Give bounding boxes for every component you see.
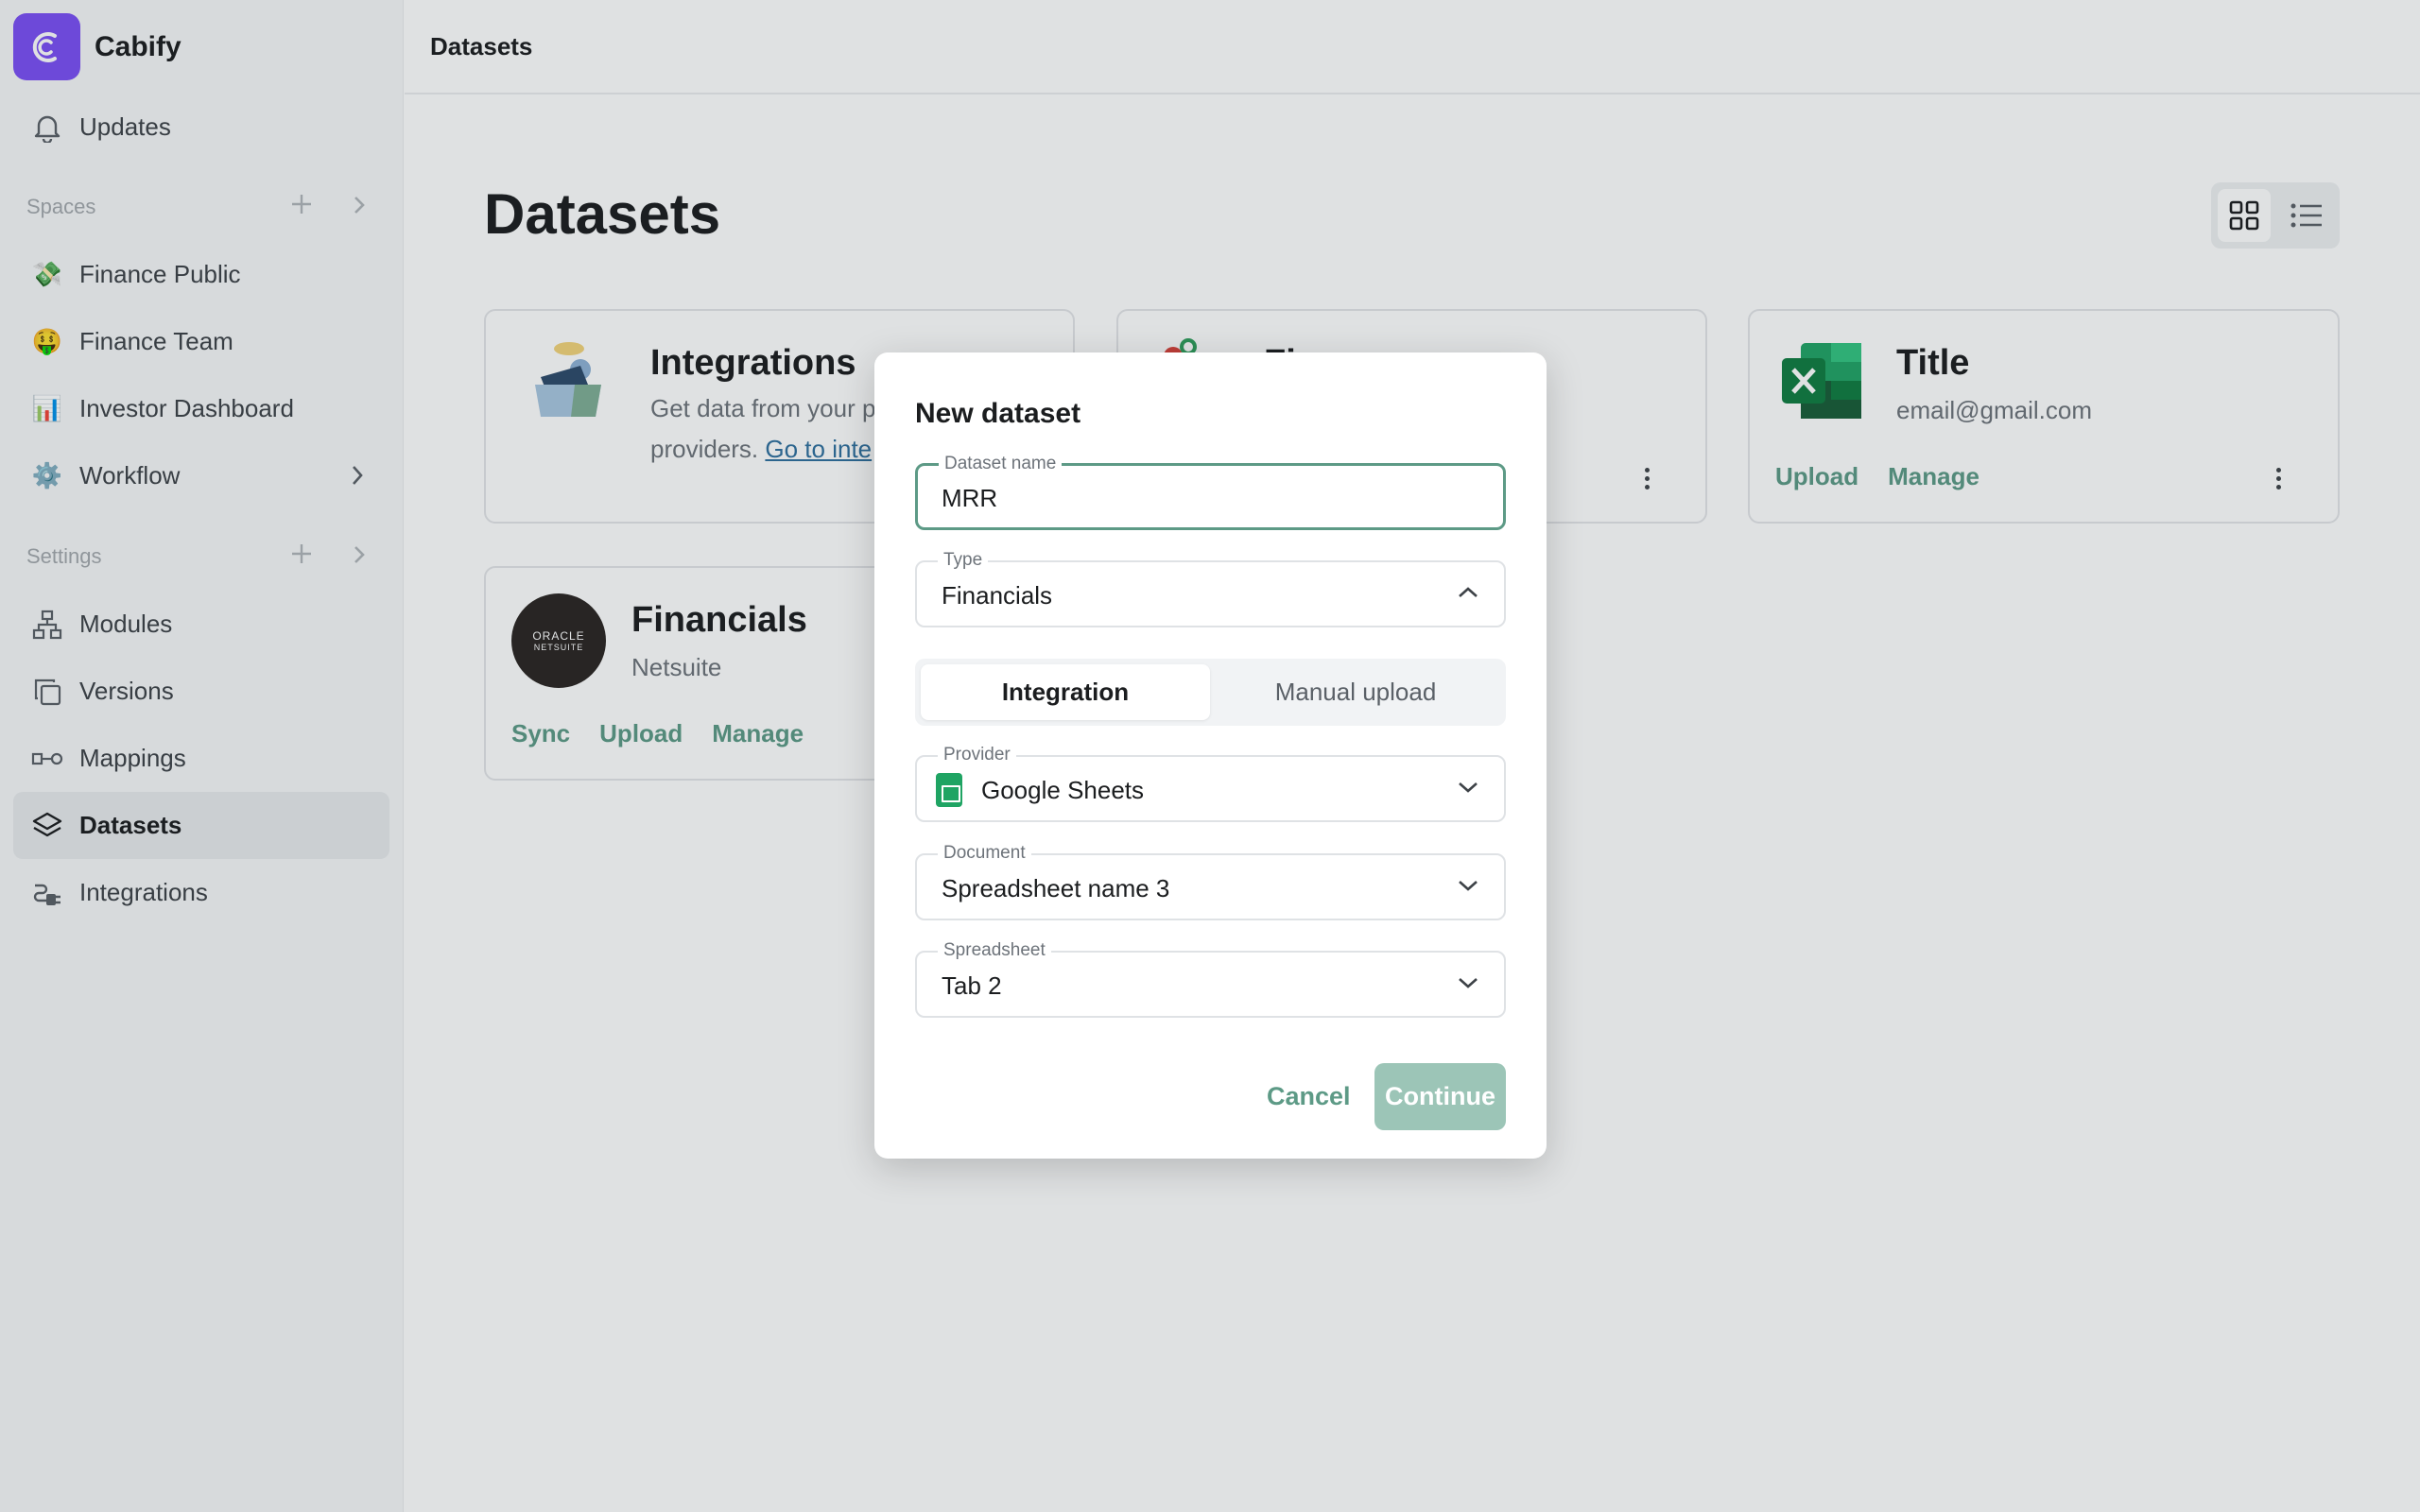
new-dataset-dialog: New dataset Dataset name MRR Type Financ…: [874, 352, 1547, 1159]
cancel-button[interactable]: Cancel: [1253, 1063, 1365, 1130]
document-value: Spreadsheet name 3: [942, 874, 1170, 902]
document-select[interactable]: Document Spreadsheet name 3: [915, 843, 1506, 920]
provider-select[interactable]: Provider Google Sheets: [915, 745, 1506, 822]
spreadsheet-select[interactable]: Spreadsheet Tab 2: [915, 940, 1506, 1018]
tab-integration[interactable]: Integration: [921, 664, 1210, 720]
chevron-up-icon: [1457, 585, 1479, 605]
tab-manual-upload[interactable]: Manual upload: [1211, 664, 1500, 720]
dialog-title: New dataset: [915, 398, 1081, 429]
type-value: Financials: [942, 581, 1053, 610]
spreadsheet-label: Spreadsheet: [938, 940, 1051, 961]
continue-button[interactable]: Continue: [1374, 1063, 1506, 1130]
provider-label: Provider: [938, 745, 1016, 765]
spreadsheet-value: Tab 2: [942, 971, 1002, 1000]
google-sheets-icon: [936, 773, 962, 807]
dataset-name-value: MRR: [942, 484, 998, 512]
type-label: Type: [938, 550, 989, 571]
document-label: Document: [938, 843, 1031, 864]
provider-value: Google Sheets: [981, 776, 1145, 804]
source-tabs: Integration Manual upload: [915, 659, 1506, 726]
dataset-name-label: Dataset name: [939, 454, 1063, 474]
chevron-down-icon: [1457, 878, 1479, 898]
chevron-down-icon: [1457, 975, 1479, 995]
chevron-down-icon: [1457, 780, 1479, 799]
type-select[interactable]: Type Financials: [915, 550, 1506, 627]
dataset-name-input[interactable]: Dataset name MRR: [915, 454, 1506, 530]
